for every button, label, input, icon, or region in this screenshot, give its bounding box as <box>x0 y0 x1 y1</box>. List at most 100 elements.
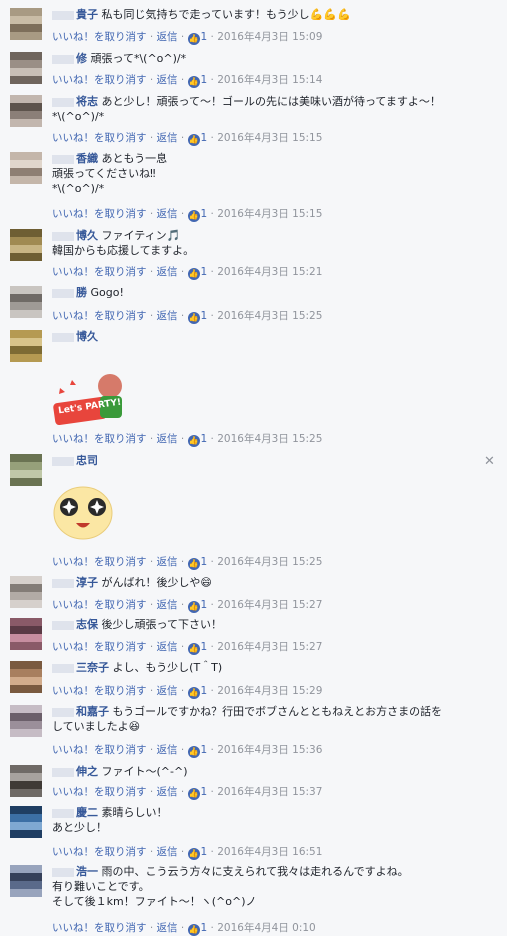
timestamp[interactable]: 2016年4月3日 15:27 <box>217 599 322 611</box>
timestamp[interactable]: 2016年4月3日 15:09 <box>217 31 322 43</box>
commenter-name[interactable]: 貴子 <box>76 8 98 21</box>
thumbs-up-icon: 👍 <box>187 210 200 222</box>
commenter-name[interactable]: 修 <box>76 52 87 65</box>
commenter-name[interactable]: 浩一 <box>76 865 98 878</box>
separator: · <box>207 310 218 322</box>
timestamp[interactable]: 2016年4月3日 15:15 <box>217 208 322 220</box>
avatar[interactable] <box>10 661 42 693</box>
timestamp[interactable]: 2016年4月3日 15:14 <box>217 74 322 86</box>
unlike-link[interactable]: いいね！を取り消す <box>52 74 147 86</box>
unlike-link[interactable]: いいね！を取り消す <box>52 786 147 798</box>
avatar[interactable] <box>10 618 42 650</box>
commenter-name[interactable]: 伸之 <box>76 765 98 778</box>
timestamp[interactable]: 2016年4月3日 16:51 <box>217 846 322 858</box>
reply-link[interactable]: 返信 <box>157 433 178 445</box>
thumbs-up-icon: 👍 <box>187 312 200 324</box>
separator: · <box>177 74 188 86</box>
thumbs-up-icon: 👍 <box>187 435 200 447</box>
reply-link[interactable]: 返信 <box>157 599 178 611</box>
unlike-link[interactable]: いいね！を取り消す <box>52 846 147 858</box>
comment-body: 慶二 素晴らしい！ あと少し！ <box>52 805 487 835</box>
timestamp[interactable]: 2016年4月3日 15:15 <box>217 132 322 144</box>
commenter-name[interactable]: 香織 <box>76 152 98 165</box>
reply-link[interactable]: 返信 <box>157 922 178 934</box>
unlike-link[interactable]: いいね！を取り消す <box>52 433 147 445</box>
unlike-link[interactable]: いいね！を取り消す <box>52 31 147 43</box>
reply-link[interactable]: 返信 <box>157 208 178 220</box>
unlike-link[interactable]: いいね！を取り消す <box>52 641 147 653</box>
timestamp[interactable]: 2016年4月3日 15:21 <box>217 266 322 278</box>
separator: · <box>207 786 218 798</box>
avatar[interactable] <box>10 454 42 486</box>
reply-link[interactable]: 返信 <box>157 31 178 43</box>
unlike-link[interactable]: いいね！を取り消す <box>52 685 147 697</box>
separator: · <box>177 846 188 858</box>
avatar[interactable] <box>10 286 42 318</box>
comment-body: 伸之 ファイト〜(^-^) <box>52 764 487 779</box>
comment-actions: いいね！を取り消す · 返信 · 👍 1 · 2016年4月3日 15:25 <box>52 308 322 324</box>
unlike-link[interactable]: いいね！を取り消す <box>52 208 147 220</box>
close-icon[interactable]: ✕ <box>484 454 495 469</box>
unlike-link[interactable]: いいね！を取り消す <box>52 599 147 611</box>
reply-link[interactable]: 返信 <box>157 846 178 858</box>
timestamp[interactable]: 2016年4月3日 15:29 <box>217 685 322 697</box>
commenter-name[interactable]: 博久 <box>76 229 98 242</box>
timestamp[interactable]: 2016年4月3日 15:27 <box>217 641 322 653</box>
commenter-name[interactable]: 勝 <box>76 286 87 299</box>
reply-link[interactable]: 返信 <box>157 310 178 322</box>
reply-link[interactable]: 返信 <box>157 744 178 756</box>
separator: · <box>177 556 188 568</box>
comment-body: 博久 <box>52 329 487 344</box>
avatar[interactable] <box>10 806 42 838</box>
avatar[interactable] <box>10 576 42 608</box>
reply-link[interactable]: 返信 <box>157 74 178 86</box>
thumbs-up-icon: 👍 <box>187 601 200 613</box>
commenter-name[interactable]: 忠司 <box>76 454 98 467</box>
commenter-name[interactable]: 和嘉子 <box>76 705 109 718</box>
unlike-link[interactable]: いいね！を取り消す <box>52 132 147 144</box>
avatar[interactable] <box>10 152 42 184</box>
unlike-link[interactable]: いいね！を取り消す <box>52 744 147 756</box>
timestamp[interactable]: 2016年4月3日 15:36 <box>217 744 322 756</box>
unlike-link[interactable]: いいね！を取り消す <box>52 266 147 278</box>
avatar[interactable] <box>10 229 42 261</box>
comment-actions: いいね！を取り消す · 返信 · 👍 1 · 2016年4月3日 16:51 <box>52 844 322 860</box>
comment-body: 香織 あともう一息 頑張ってくださいね‼︎ *\(^o^)/* <box>52 151 487 196</box>
separator: · <box>177 641 188 653</box>
commenter-name[interactable]: 志保 <box>76 618 98 631</box>
reply-link[interactable]: 返信 <box>157 132 178 144</box>
redacted-name <box>52 332 74 342</box>
avatar[interactable] <box>10 330 42 362</box>
reply-link[interactable]: 返信 <box>157 266 178 278</box>
separator: · <box>146 208 157 220</box>
reply-link[interactable]: 返信 <box>157 641 178 653</box>
reply-link[interactable]: 返信 <box>157 685 178 697</box>
commenter-name[interactable]: 淳子 <box>76 576 98 589</box>
timestamp[interactable]: 2016年4月4日 0:10 <box>217 922 316 934</box>
unlike-link[interactable]: いいね！を取り消す <box>52 310 147 322</box>
reply-link[interactable]: 返信 <box>157 786 178 798</box>
avatar[interactable] <box>10 865 42 897</box>
thumbs-up-icon: 👍 <box>187 558 200 570</box>
comment-text: 頑張って*\(^o^)/* <box>87 52 187 65</box>
timestamp[interactable]: 2016年4月3日 15:25 <box>217 556 322 568</box>
unlike-link[interactable]: いいね！を取り消す <box>52 556 147 568</box>
redacted-name <box>52 620 74 630</box>
comment-actions: いいね！を取り消す · 返信 · 👍 1 · 2016年4月3日 15:29 <box>52 683 322 699</box>
avatar[interactable] <box>10 95 42 127</box>
timestamp[interactable]: 2016年4月3日 15:25 <box>217 310 322 322</box>
timestamp[interactable]: 2016年4月3日 15:37 <box>217 786 322 798</box>
commenter-name[interactable]: 博久 <box>76 330 98 343</box>
avatar[interactable] <box>10 8 42 40</box>
unlike-link[interactable]: いいね！を取り消す <box>52 922 147 934</box>
reply-link[interactable]: 返信 <box>157 556 178 568</box>
avatar[interactable] <box>10 52 42 84</box>
separator: · <box>146 310 157 322</box>
commenter-name[interactable]: 慶二 <box>76 806 98 819</box>
avatar[interactable] <box>10 765 42 797</box>
commenter-name[interactable]: 三奈子 <box>76 661 109 674</box>
commenter-name[interactable]: 将志 <box>76 95 98 108</box>
timestamp[interactable]: 2016年4月3日 15:25 <box>217 433 322 445</box>
separator: · <box>146 641 157 653</box>
avatar[interactable] <box>10 705 42 737</box>
